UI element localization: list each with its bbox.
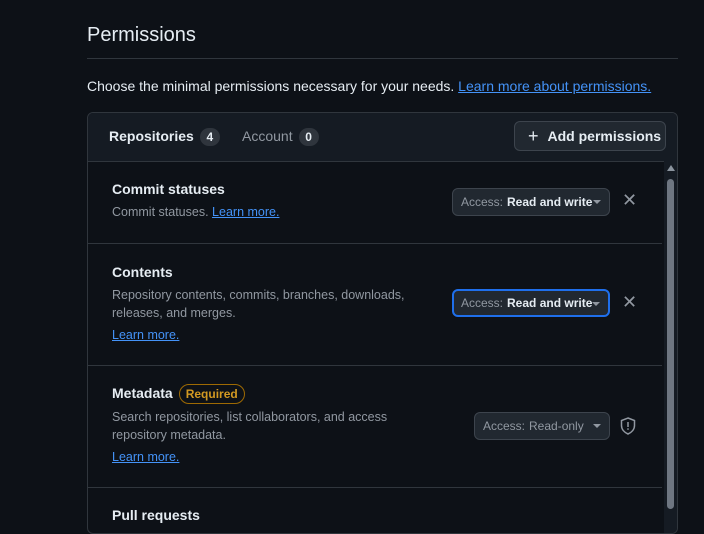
tab-account[interactable]: Account 0	[242, 128, 319, 146]
permissions-tabs: Repositories 4 Account 0 + Add permissions	[88, 113, 677, 162]
scrollbar-thumb[interactable]	[667, 179, 674, 509]
learn-more-link[interactable]: Learn more.	[112, 328, 179, 342]
intro-description: Choose the minimal permissions necessary…	[87, 78, 459, 94]
permission-description: Commit statuses. Learn more.	[112, 203, 442, 221]
access-select[interactable]: Access: Read-only	[474, 412, 610, 440]
access-value: Read and write	[507, 296, 593, 310]
permissions-panel: Repositories 4 Account 0 + Add permissions…	[87, 112, 678, 534]
chevron-down-icon	[593, 424, 601, 428]
required-badge: Required	[178, 384, 245, 404]
access-select[interactable]: Access: Read and write	[452, 188, 610, 216]
permission-description-text: Commit statuses.	[112, 205, 209, 219]
permission-name: Commit statuses	[112, 181, 225, 197]
close-icon[interactable]: ✕	[622, 190, 637, 211]
page-title: Permissions	[87, 24, 196, 46]
permission-row-metadata: Metadata Required Search repositories, li…	[88, 366, 662, 488]
access-label: Access:	[461, 195, 504, 209]
permission-row-commit-statuses: Commit statuses Commit statuses. Learn m…	[88, 162, 662, 244]
access-value: Read-only	[529, 419, 584, 433]
tab-account-label: Account	[242, 128, 293, 144]
tab-repositories[interactable]: Repositories 4	[109, 128, 220, 146]
permission-description: Search repositories, list collaborators,…	[112, 410, 388, 442]
learn-more-permissions-link[interactable]: Learn more about permissions.	[458, 78, 651, 94]
add-permissions-button[interactable]: + Add permissions	[514, 121, 666, 151]
permission-description: Repository contents, commits, branches, …	[112, 288, 405, 320]
close-icon[interactable]: ✕	[622, 292, 637, 313]
learn-more-line: Learn more.	[112, 448, 179, 466]
permission-row-contents: Contents Repository contents, commits, b…	[88, 244, 662, 366]
chevron-down-icon	[593, 200, 601, 204]
learn-more-link[interactable]: Learn more.	[112, 450, 179, 464]
title-divider	[87, 58, 678, 59]
permission-name: Metadata	[112, 385, 173, 401]
permission-name-line: Metadata Required	[112, 384, 245, 404]
access-select[interactable]: Access: Read and write	[452, 289, 610, 317]
scrollbar[interactable]	[664, 161, 677, 533]
tab-repositories-count: 4	[199, 128, 220, 146]
tab-repositories-label: Repositories	[109, 128, 194, 144]
scroll-up-icon[interactable]	[667, 165, 675, 171]
permission-name: Contents	[112, 264, 173, 280]
tab-account-count: 0	[298, 128, 319, 146]
learn-more-link[interactable]: Learn more.	[212, 205, 279, 219]
access-label: Access:	[461, 296, 504, 310]
add-permissions-label: Add permissions	[547, 128, 662, 144]
access-label: Access:	[483, 419, 526, 433]
access-value: Read and write	[507, 195, 593, 209]
plus-icon: +	[528, 126, 539, 146]
learn-more-line: Learn more.	[112, 326, 179, 344]
permission-name: Pull requests	[112, 507, 200, 523]
chevron-down-icon	[592, 302, 600, 306]
shield-icon	[620, 417, 636, 440]
permission-row-pull-requests: Pull requests	[88, 488, 662, 533]
intro-text: Choose the minimal permissions necessary…	[87, 78, 651, 94]
